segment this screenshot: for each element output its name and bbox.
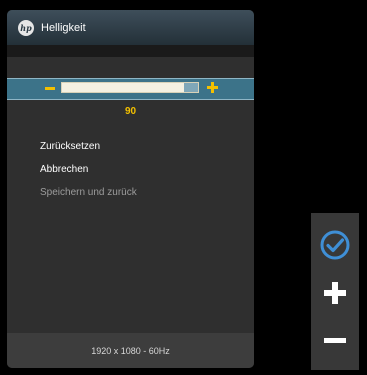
confirm-button[interactable] [311,225,359,265]
slider-plus-icon[interactable] [207,82,218,93]
hp-logo-icon: hp [18,19,34,36]
osd-header: hp Helligkeit [7,10,254,45]
check-circle-icon [320,230,350,260]
minus-icon [324,337,346,343]
slider-track[interactable] [61,82,199,93]
osd-title: Helligkeit [41,21,86,34]
resolution-status: 1920 x 1080 - 60Hz [7,333,254,368]
menu-item-reset[interactable]: Zurücksetzen [40,141,137,164]
plus-icon [324,282,346,304]
increase-button[interactable] [311,273,359,313]
brightness-slider[interactable] [7,78,254,100]
osd-window: hp Helligkeit 90 Zurücksetzen Abbrechen … [7,10,254,368]
slider-remaining [184,83,198,92]
menu-item-cancel[interactable]: Abbrechen [40,164,137,187]
menu-item-save-and-back[interactable]: Speichern und zurück [40,187,137,210]
slider-fill [62,83,185,92]
decrease-button[interactable] [311,320,359,360]
osd-menu: Zurücksetzen Abbrechen Speichern und zur… [40,141,137,210]
header-divider [7,45,254,57]
brightness-value: 90 [124,106,137,117]
button-guide-panel [311,213,359,370]
slider-minus-icon[interactable] [45,87,55,90]
